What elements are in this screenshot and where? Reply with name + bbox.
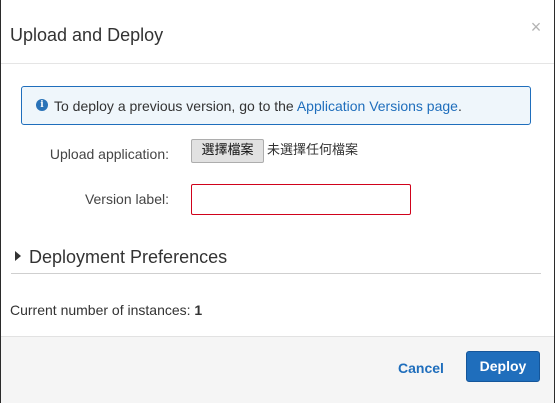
dialog-title: Upload and Deploy (10, 25, 164, 45)
instances-label: Current number of instances: (10, 302, 195, 318)
instances-count: 1 (194, 302, 203, 318)
cancel-button[interactable]: Cancel (393, 358, 449, 378)
version-label-input[interactable] (191, 184, 411, 215)
deploy-button[interactable]: Deploy (466, 351, 540, 382)
file-status-text: 未選擇任何檔案 (267, 143, 359, 158)
upload-deploy-dialog: Upload and Deploy × i To deploy a previo… (0, 0, 555, 403)
info-text: To deploy a previous version, go to the (54, 98, 297, 114)
dialog-header: Upload and Deploy × (1, 0, 554, 64)
upload-application-label: Upload application: (49, 146, 169, 162)
current-instances: Current number of instances: 1 (10, 301, 202, 319)
dialog-footer: Cancel Deploy (1, 336, 554, 403)
version-label-label: Version label: (84, 191, 169, 207)
info-message: To deploy a previous version, go to the … (54, 97, 462, 115)
caret-right-icon (15, 251, 21, 261)
application-versions-link[interactable]: Application Versions page (297, 98, 458, 114)
info-icon: i (36, 99, 48, 111)
info-suffix: . (457, 98, 462, 114)
close-icon[interactable]: × (529, 18, 543, 36)
choose-file-button[interactable]: 選擇檔案 (191, 139, 264, 163)
info-banner: i To deploy a previous version, go to th… (21, 86, 531, 125)
deployment-preferences-title: Deployment Preferences (29, 247, 228, 267)
section-divider (11, 273, 541, 274)
